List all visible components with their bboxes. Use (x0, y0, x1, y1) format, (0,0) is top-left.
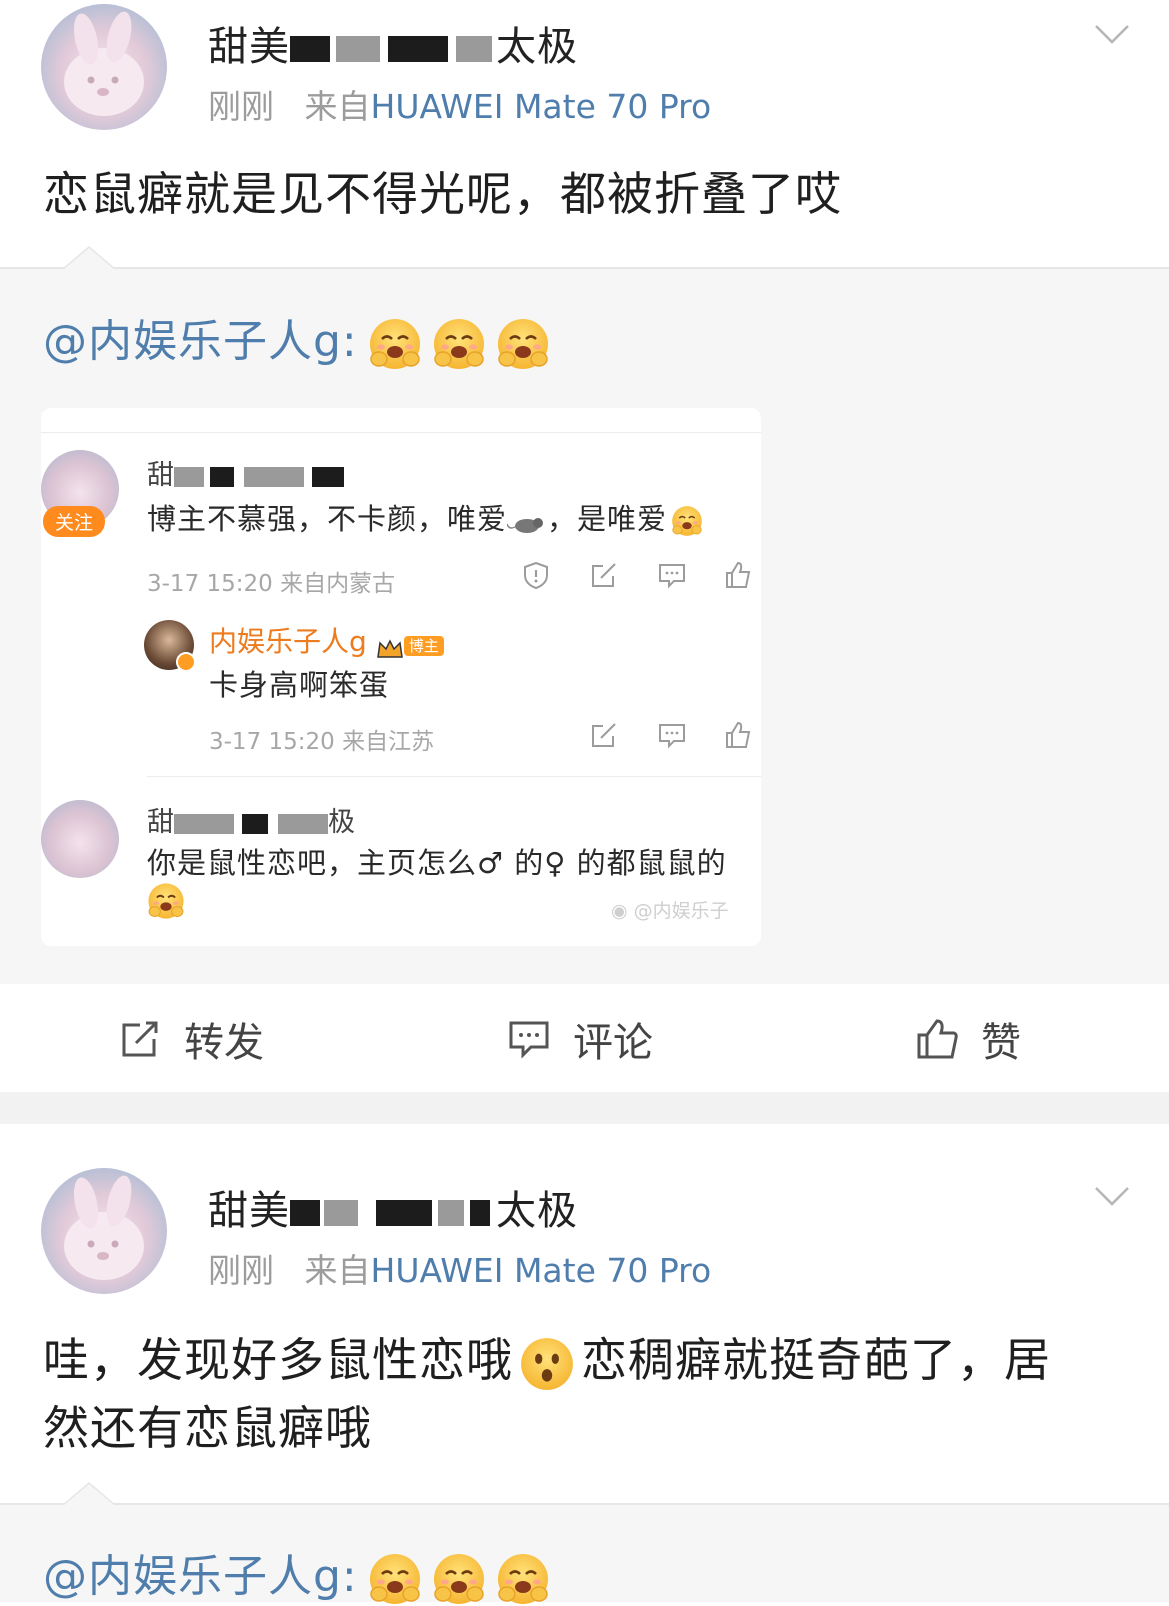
hugging-face-icon (496, 1552, 550, 1606)
username[interactable]: 甜美 太极 (208, 14, 578, 72)
mention-link[interactable]: @内娱乐子人g: (43, 316, 358, 367)
hugging-face-icon (496, 317, 550, 371)
divider (0, 267, 1169, 269)
post-text: 恋鼠癖就是见不得光呢，都被折叠了哎 (43, 167, 842, 221)
comment-avatar (41, 800, 119, 878)
divider (0, 1503, 1169, 1505)
crown-icon (376, 633, 404, 658)
hugging-face-icon (432, 1552, 486, 1606)
device-link[interactable]: HUAWEI Mate 70 Pro (371, 87, 712, 126)
hugging-face-icon (432, 317, 486, 371)
chevron-down-icon[interactable] (1092, 1176, 1132, 1216)
repost-button[interactable]: 转发 (118, 1010, 264, 1068)
source-prefix: 来自 (304, 87, 371, 126)
comment-icon (509, 1021, 549, 1059)
username-redaction (438, 1200, 464, 1226)
retweet-mention[interactable]: @内娱乐子人g: (43, 305, 550, 371)
repost-icon[interactable] (589, 560, 619, 590)
username-redaction (336, 36, 380, 62)
repost-icon (122, 1021, 158, 1057)
comment-username: 甜极 (147, 807, 355, 838)
rat-icon (506, 509, 547, 533)
follow-button[interactable]: 关注 (43, 506, 106, 537)
hugging-face-icon (368, 317, 422, 371)
like-icon[interactable] (723, 560, 753, 590)
source-prefix: 来自 (304, 1251, 371, 1290)
redaction (174, 466, 204, 487)
username[interactable]: 甜美 太极 (208, 1178, 578, 1236)
embedded-screenshot[interactable]: 关注 甜 博主不慕强，不卡颜，唯爱 ，是唯爱 3-17 15:20 来自内蒙古 内… (41, 408, 761, 946)
username-redaction (470, 1200, 490, 1226)
reply-text: 卡身高啊笨蛋 (209, 668, 390, 702)
mention-link[interactable]: @内娱乐子人g: (43, 1551, 358, 1602)
like-icon (917, 1019, 958, 1059)
divider (147, 776, 761, 777)
device-link[interactable]: HUAWEI Mate 70 Pro (371, 1251, 712, 1290)
reply-meta: 3-17 15:20 来自江苏 (209, 729, 435, 755)
feed-separator (0, 1092, 1169, 1124)
shushing-face-icon (147, 882, 185, 920)
post-meta: 刚刚 来自HUAWEI Mate 70 Pro (208, 1244, 711, 1292)
post-text: 哇，发现好多鼠性恋哦 恋稠癖就挺奇葩了，居 然还有恋鼠癖哦 (43, 1333, 1051, 1455)
reply-username[interactable]: 内娱乐子人g 博主 (209, 620, 444, 660)
repost-icon[interactable] (589, 720, 619, 750)
redaction (278, 813, 328, 834)
like-button[interactable]: 赞 (915, 1010, 1021, 1068)
user-avatar[interactable] (41, 4, 167, 130)
chevron-down-icon[interactable] (1092, 14, 1132, 54)
panel-notch (63, 1484, 115, 1506)
username-redaction (324, 1200, 358, 1226)
username-redaction (290, 36, 330, 62)
username-redaction (388, 36, 448, 62)
username-redaction (290, 1200, 320, 1226)
verified-badge-icon (176, 652, 196, 672)
retweet-mention[interactable]: @内娱乐子人g: (43, 1540, 550, 1606)
report-icon[interactable] (521, 560, 551, 590)
user-avatar[interactable] (41, 1168, 167, 1294)
post-meta: 刚刚 来自HUAWEI Mate 70 Pro (208, 80, 711, 128)
author-badge: 博主 (403, 636, 444, 656)
username-redaction (456, 36, 492, 62)
redaction (312, 466, 344, 487)
comment-button[interactable]: 评论 (507, 1010, 653, 1068)
comment-meta: 3-17 15:20 来自内蒙古 (147, 571, 396, 597)
watermark: ◉ @内娱乐子 (611, 900, 729, 922)
comment-icon[interactable] (657, 560, 687, 590)
shushing-face-icon (671, 505, 703, 537)
like-icon[interactable] (723, 720, 753, 750)
astonished-face-icon (521, 1337, 573, 1390)
divider (41, 432, 761, 433)
redaction (174, 813, 234, 834)
post-time: 刚刚 (208, 1251, 274, 1290)
comment-icon[interactable] (657, 720, 687, 750)
redaction (242, 813, 268, 834)
comment-text: 博主不慕强，不卡颜，唯爱 ，是唯爱 (147, 496, 703, 538)
comment-text: 你是鼠性恋吧，主页怎么♂ 的♀ 的都鼠鼠的 (147, 846, 727, 880)
hugging-face-icon (368, 1552, 422, 1606)
redaction (210, 466, 234, 487)
username-redaction (376, 1200, 432, 1226)
post-time: 刚刚 (208, 87, 274, 126)
redaction (244, 466, 304, 487)
comment-username: 甜 (147, 453, 344, 492)
weibo-logo-icon: ◉ (611, 900, 628, 922)
panel-notch (63, 248, 115, 270)
